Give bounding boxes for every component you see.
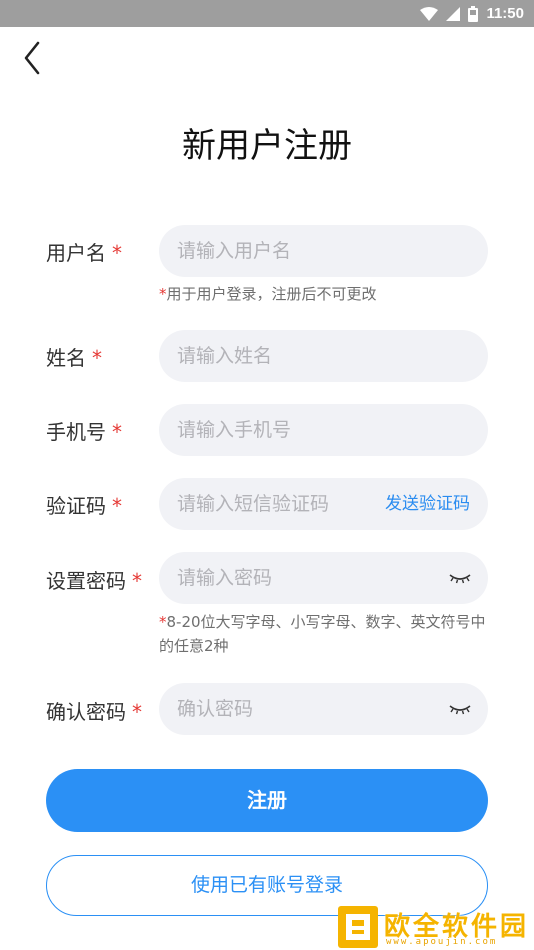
username-field[interactable] <box>159 225 488 277</box>
eye-closed-icon[interactable] <box>448 569 472 587</box>
phone-input[interactable] <box>177 404 417 456</box>
register-button[interactable]: 注册 <box>46 769 488 832</box>
username-hint: *用于用户登录，注册后不可更改 <box>159 285 377 303</box>
watermark: 欧全软件园 www.apoujin.com <box>336 904 534 950</box>
send-code-button[interactable]: 发送验证码 <box>385 478 470 530</box>
watermark-logo-icon <box>338 906 378 948</box>
eye-closed-icon[interactable] <box>448 700 472 718</box>
realname-input[interactable] <box>177 330 417 382</box>
phone-field[interactable] <box>159 404 488 456</box>
code-input[interactable] <box>177 478 367 530</box>
wifi-icon <box>420 6 439 21</box>
back-button[interactable] <box>18 38 52 78</box>
code-label: 验证码 * <box>46 494 122 518</box>
password-label: 设置密码 * <box>46 569 142 593</box>
chevron-left-icon <box>24 41 40 75</box>
realname-field[interactable] <box>159 330 488 382</box>
password-hint: *8-20位大写字母、小写字母、数字、英文符号中的任意2种 <box>159 613 486 655</box>
code-field[interactable]: 发送验证码 <box>159 478 488 530</box>
confirm-password-input[interactable] <box>177 683 417 735</box>
username-input[interactable] <box>177 225 417 277</box>
phone-label: 手机号 * <box>46 420 122 444</box>
confirm-field[interactable] <box>159 683 488 735</box>
status-bar: 11:50 <box>0 0 534 27</box>
battery-icon <box>468 5 479 22</box>
signal-icon <box>446 6 461 21</box>
page-title: 新用户注册 <box>182 126 352 166</box>
realname-label: 姓名 * <box>46 346 102 370</box>
status-time: 11:50 <box>486 5 524 22</box>
watermark-url: www.apoujin.com <box>386 937 498 947</box>
password-field[interactable] <box>159 552 488 604</box>
username-label: 用户名 * <box>46 241 122 265</box>
confirm-label: 确认密码 * <box>46 700 142 724</box>
password-input[interactable] <box>177 552 417 604</box>
